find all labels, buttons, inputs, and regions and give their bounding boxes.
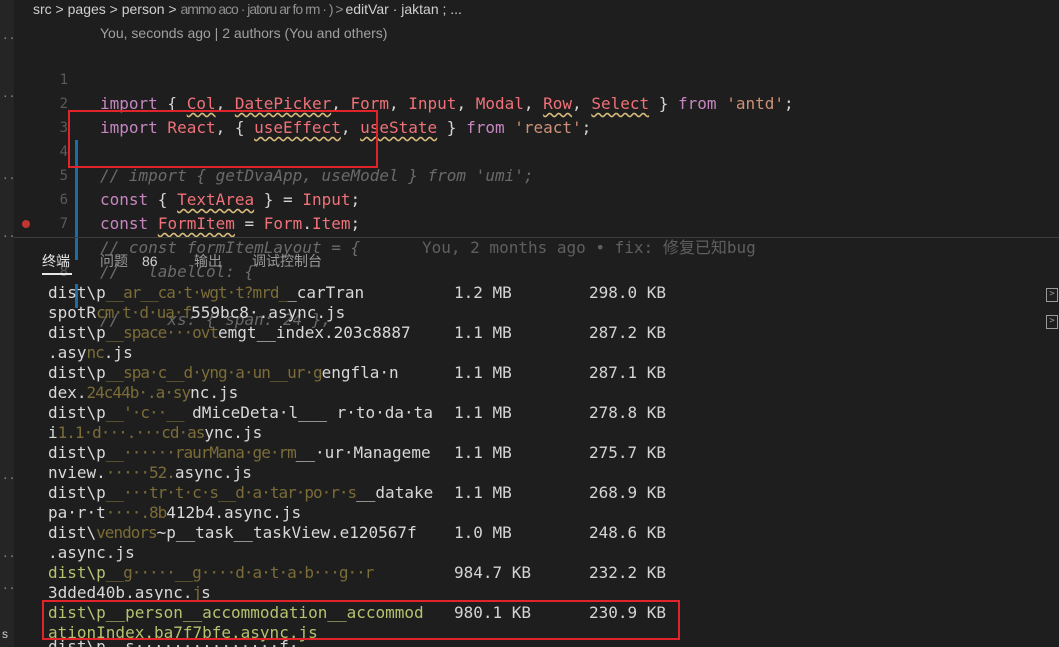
gzip-size: 298.0 KB [589, 283, 667, 302]
file-name: dist\p__g·····__g····d·a·t·a·b···g··r 3d… [48, 563, 374, 602]
terminal-row: dist\p__space···ovtemgt__index.203c8887 … [48, 323, 1048, 363]
git-change-marker[interactable] [75, 212, 78, 236]
file-name: dist\vendors~p__task__taskView.e120567f … [48, 523, 417, 562]
line-number: 4 [59, 144, 68, 160]
terminal-row: dist\p__spa·c__d·yng·a·un__ur·gengfla·n … [48, 363, 1048, 403]
gzip-size: 278.8 KB [589, 403, 667, 422]
breakpoint-icon[interactable] [22, 220, 30, 228]
code-line-6[interactable]: 6 // const formItemLayout = { [0, 164, 361, 257]
codelens-blame[interactable]: You, seconds ago | 2 authors (You and ot… [100, 24, 387, 42]
edge-label: s [2, 627, 8, 641]
code-line-3[interactable]: 3 // import { getDvaApp, useModel } from… [0, 92, 534, 185]
terminal-row: dist\p__······raurMana·ge·rm__·ur·Manage… [48, 443, 1048, 483]
gzip-size: 287.2 KB [589, 323, 667, 342]
panel-tabs: 终端 问题 86 输出 调试控制台 [14, 238, 1059, 278]
terminal-row: dist\vendors~p__task__taskView.e120567f … [48, 523, 1048, 563]
code-line-4[interactable]: 4 const { TextArea } = Input; [0, 116, 361, 209]
line-number: 7 [59, 216, 68, 232]
line-number: 2 [59, 96, 68, 112]
file-name: dist\p__space···ovtemgt__index.203c8887 … [48, 323, 411, 362]
highlight-box-code [68, 110, 378, 168]
file-size: 1.1 MB [454, 443, 512, 462]
file-size: 1.1 MB [454, 403, 512, 422]
file-size: 984.7 KB [454, 563, 532, 582]
tab-debug-console[interactable]: 调试控制台 [252, 251, 322, 271]
file-name: dist\p__ar__ca·t·wgt·t?mrd__carTran spot… [48, 283, 365, 322]
gzip-size: 248.6 KB [589, 523, 667, 542]
file-name: dist\p__···tr·t·c·s__d·a·tar·po·r·s__dat… [48, 483, 434, 522]
tab-problems[interactable]: 问题 86 [100, 251, 158, 271]
code-line-1[interactable]: 1 import { Col, DatePicker, Form, Input,… [0, 44, 794, 113]
problems-count-badge: 86 [142, 253, 158, 269]
active-tab-indicator [42, 273, 72, 275]
file-name: dist\p__'·c··__ dMiceDeta·l___ r·to·da·t… [48, 403, 433, 442]
code-text: const { TextArea } = Input; [100, 190, 361, 209]
terminal-row: dist\p__'·c··__ dMiceDeta·l___ r·to·da·t… [48, 403, 1048, 443]
terminal-row-partial: dist\p__s···············f· [48, 640, 298, 647]
code-line-7[interactable]: 7 // labelCol: { [0, 188, 255, 281]
tab-problems-label: 问题 [100, 253, 128, 269]
file-size: 1.1 MB [454, 363, 512, 382]
terminal-row: dist\p__···tr·t·c·s__d·a·tar·po·r·s__dat… [48, 483, 1048, 523]
gzip-size: 287.1 KB [589, 363, 667, 382]
code-text: const FormItem = Form.Item; [100, 214, 361, 233]
terminal-row: dist\p__ar__ca·t·wgt·t?mrd__carTran spot… [48, 283, 1048, 323]
code-line-5[interactable]: 5 const FormItem = Form.Item; You, 2 mon… [0, 140, 756, 257]
code-line-8[interactable]: 8 // xs: { span: 24 }, [0, 212, 331, 329]
file-size: 1.1 MB [454, 483, 512, 502]
file-name: dist\p__spa·c__d·yng·a·un__ur·gengfla·n … [48, 363, 399, 402]
gzip-size: 275.7 KB [589, 443, 667, 462]
breadcrumb-symbol[interactable]: editVar · jaktan ; ... [345, 1, 461, 17]
file-size: 1.1 MB [454, 323, 512, 342]
highlight-box-terminal [42, 600, 680, 640]
breadcrumb[interactable]: src > pages > person > ammo aco · jatoru… [33, 0, 593, 20]
tab-output[interactable]: 输出 [194, 251, 222, 271]
line-number: 3 [59, 120, 68, 136]
file-size: 1.2 MB [454, 283, 512, 302]
gzip-size: 268.9 KB [589, 483, 667, 502]
file-name: dist\p__······raurMana·ge·rm__·ur·Manage… [48, 443, 431, 482]
tab-terminal[interactable]: 终端 [42, 251, 70, 271]
git-change-marker[interactable] [75, 188, 78, 212]
file-size: 1.0 MB [454, 523, 512, 542]
breadcrumb-path[interactable]: src > pages > person > [33, 1, 180, 17]
gzip-size: 232.2 KB [589, 563, 667, 582]
line-number: 1 [59, 72, 68, 88]
breadcrumb-blurred: ammo aco · jatoru ar fo rm · ) > [180, 1, 346, 17]
terminal-row: dist\p__g·····__g····d·a·t·a·b···g··r 3d… [48, 563, 1048, 603]
line-number: 5 [59, 168, 68, 184]
code-line-2[interactable]: 2 import React, { useEffect, useState } … [0, 68, 592, 137]
line-number: 6 [59, 192, 68, 208]
